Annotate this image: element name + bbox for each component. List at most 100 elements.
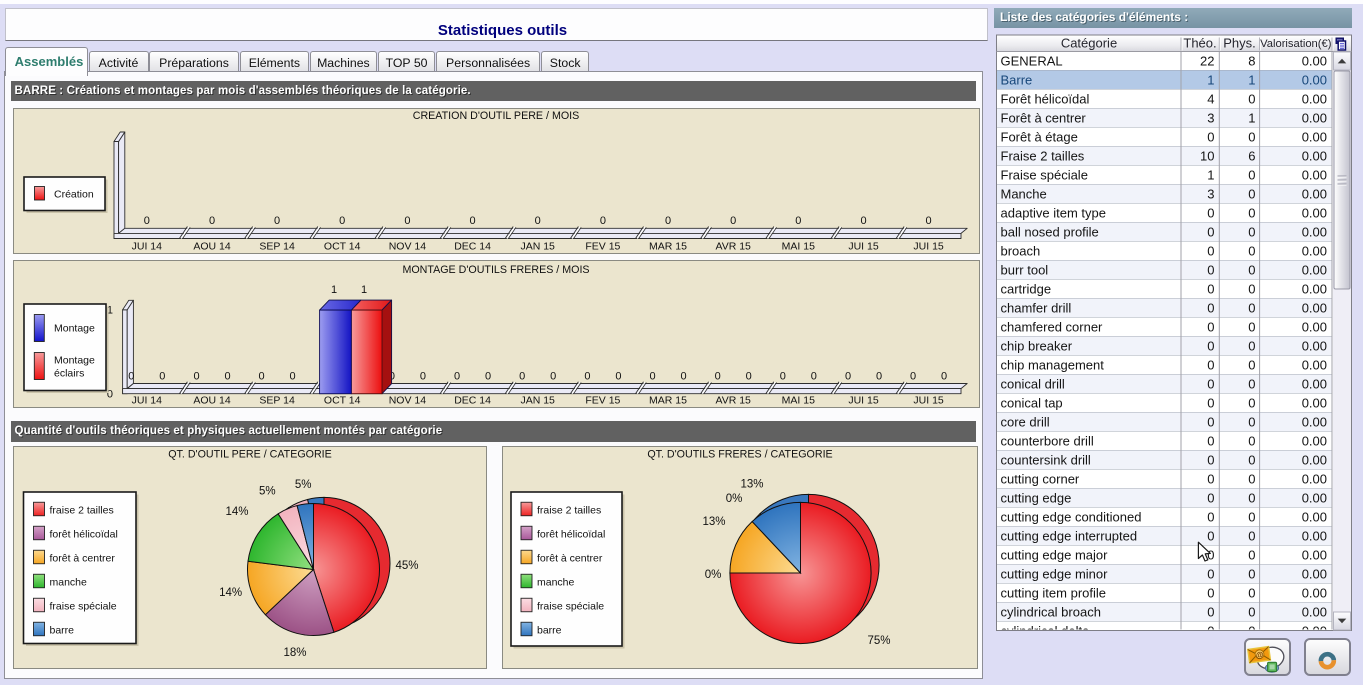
svg-text:0: 0 [259,371,265,383]
svg-text:4: 4 [1207,92,1214,107]
svg-text:0.00: 0.00 [1302,415,1327,430]
svg-text:0.00: 0.00 [1302,491,1327,506]
svg-text:0: 0 [420,371,426,383]
svg-text:0: 0 [910,371,916,383]
svg-text:0: 0 [1248,130,1255,145]
svg-text:0: 0 [209,215,215,227]
svg-text:0.00: 0.00 [1302,225,1327,240]
svg-text:JUI 15: JUI 15 [913,395,944,407]
svg-text:6: 6 [1248,149,1255,164]
svg-text:0: 0 [1207,529,1214,544]
svg-text:0: 0 [665,215,671,227]
svg-text:0: 0 [1207,339,1214,354]
svg-text:0%: 0% [705,569,722,581]
svg-text:cutting edge interrupted: cutting edge interrupted [1001,529,1138,544]
svg-text:0: 0 [1248,605,1255,620]
svg-text:0.00: 0.00 [1302,92,1327,107]
svg-text:JUI 15: JUI 15 [848,395,879,407]
svg-text:0: 0 [1207,491,1214,506]
svg-text:DEC 14: DEC 14 [454,241,491,253]
svg-text:MAR 15: MAR 15 [649,241,687,253]
svg-text:0: 0 [1248,548,1255,563]
svg-text:0: 0 [795,215,801,227]
svg-text:1: 1 [1248,111,1255,126]
svg-text:0: 0 [1207,510,1214,525]
svg-text:core drill: core drill [1001,415,1050,430]
svg-text:broach: broach [1001,244,1041,259]
svg-text:0.00: 0.00 [1302,187,1327,202]
svg-text:5%: 5% [259,486,276,498]
svg-text:countersink drill: countersink drill [1001,453,1091,468]
svg-text:0: 0 [535,215,541,227]
svg-text:0: 0 [1207,358,1214,373]
svg-text:Valorisation(€): Valorisation(€) [1260,38,1332,50]
svg-text:0: 0 [926,215,932,227]
svg-text:14%: 14% [219,587,242,599]
svg-text:Montage: Montage [54,323,95,335]
svg-text:counterbore drill: counterbore drill [1001,434,1094,449]
svg-text:0.00: 0.00 [1302,282,1327,297]
svg-text:OCT 14: OCT 14 [324,395,361,407]
svg-text:0: 0 [730,215,736,227]
svg-text:QT. D'OUTIL PERE / CATEGORIE: QT. D'OUTIL PERE / CATEGORIE [168,449,332,461]
svg-text:0: 0 [1248,225,1255,240]
svg-text:chamfer drill: chamfer drill [1001,301,1072,316]
svg-text:0: 0 [1207,567,1214,582]
svg-text:0: 0 [1248,206,1255,221]
svg-text:GENERAL: GENERAL [1001,54,1063,69]
svg-text:AVR 15: AVR 15 [715,395,751,407]
svg-text:fraise spéciale: fraise spéciale [50,600,117,612]
svg-text:0.00: 0.00 [1302,396,1327,411]
svg-text:0.00: 0.00 [1302,301,1327,316]
svg-text:0: 0 [1207,130,1214,145]
svg-text:MAR 15: MAR 15 [649,395,687,407]
svg-text:FEV 15: FEV 15 [585,241,620,253]
svg-text:0: 0 [780,371,786,383]
svg-text:0: 0 [193,371,199,383]
svg-text:Création: Création [54,189,94,201]
svg-text:burr tool: burr tool [1001,263,1049,278]
svg-text:0: 0 [1248,282,1255,297]
svg-text:0: 0 [1207,472,1214,487]
svg-text:adaptive item type: adaptive item type [1001,206,1107,221]
svg-text:Manche: Manche [1001,187,1047,202]
svg-text:0.00: 0.00 [1302,168,1327,183]
svg-text:OCT 14: OCT 14 [324,241,361,253]
svg-text:0: 0 [941,371,947,383]
svg-text:0: 0 [1207,206,1214,221]
svg-text:8: 8 [1248,54,1255,69]
svg-text:chip breaker: chip breaker [1001,339,1073,354]
svg-text:0.00: 0.00 [1302,377,1327,392]
svg-text:0: 0 [1207,282,1214,297]
svg-text:Phys.: Phys. [1223,35,1256,50]
svg-text:1: 1 [1248,73,1255,88]
svg-text:0: 0 [1248,301,1255,316]
svg-text:1: 1 [361,284,367,296]
svg-text:0: 0 [1207,244,1214,259]
svg-text:Fraise 2 tailles: Fraise 2 tailles [1001,149,1085,164]
svg-text:0: 0 [1248,244,1255,259]
svg-text:JUI 15: JUI 15 [848,241,879,253]
svg-text:0.00: 0.00 [1302,567,1327,582]
svg-text:0: 0 [1248,415,1255,430]
svg-text:barre: barre [537,624,562,636]
svg-text:0: 0 [128,371,134,383]
svg-text:0.00: 0.00 [1302,263,1327,278]
svg-text:JUI 14: JUI 14 [132,395,163,407]
svg-text:0.00: 0.00 [1302,54,1327,69]
svg-text:cartridge: cartridge [1001,282,1052,297]
svg-text:0: 0 [1207,225,1214,240]
svg-text:0: 0 [274,215,280,227]
svg-text:Forêt à étage: Forêt à étage [1001,130,1078,145]
svg-text:CREATION D'OUTIL PERE / MOIS: CREATION D'OUTIL PERE / MOIS [413,110,580,122]
svg-text:0: 0 [224,371,230,383]
svg-text:0: 0 [1248,491,1255,506]
svg-text:chip management: chip management [1001,358,1105,373]
svg-text:18%: 18% [283,647,306,659]
svg-text:cutting item profile: cutting item profile [1001,586,1107,601]
svg-text:chamfered corner: chamfered corner [1001,320,1104,335]
svg-text:0: 0 [1248,586,1255,601]
svg-text:0.00: 0.00 [1302,453,1327,468]
svg-text:14%: 14% [225,506,248,518]
svg-text:0: 0 [404,215,410,227]
